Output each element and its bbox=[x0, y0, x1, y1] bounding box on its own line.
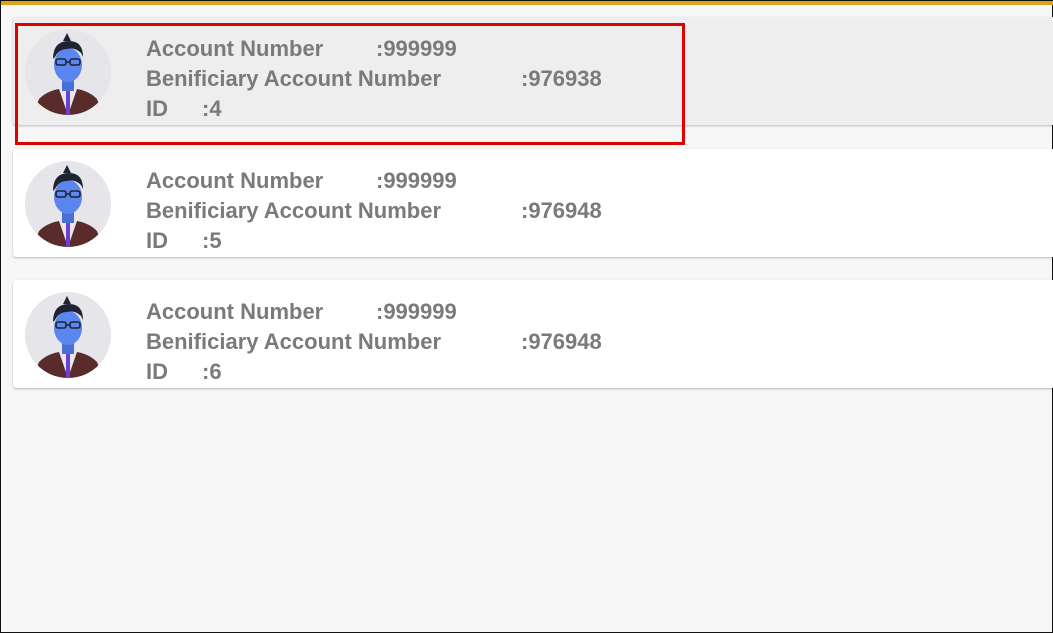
account-number-value: :999999 bbox=[376, 168, 457, 193]
account-card-0[interactable]: Account Number :999999 Benificiary Accou… bbox=[13, 17, 1053, 125]
user-avatar-icon bbox=[25, 161, 111, 247]
account-card-1[interactable]: Account Number :999999 Benificiary Accou… bbox=[13, 149, 1053, 257]
user-avatar-icon bbox=[25, 29, 111, 115]
id-value: :5 bbox=[202, 228, 222, 253]
account-card-2[interactable]: Account Number :999999 Benificiary Accou… bbox=[13, 280, 1053, 388]
id-label: ID bbox=[146, 228, 168, 253]
account-number-value: :999999 bbox=[376, 36, 457, 61]
account-number-label: Account Number bbox=[146, 36, 324, 61]
id-label: ID bbox=[146, 96, 168, 121]
account-number-label: Account Number bbox=[146, 168, 324, 193]
beneficiary-account-label: Benificiary Account Number bbox=[146, 66, 442, 91]
user-avatar-icon bbox=[25, 292, 111, 378]
beneficiary-account-label: Benificiary Account Number bbox=[146, 329, 442, 354]
beneficiary-account-value: :976938 bbox=[521, 66, 602, 91]
beneficiary-account-label: Benificiary Account Number bbox=[146, 198, 442, 223]
beneficiary-account-value: :976948 bbox=[521, 329, 602, 354]
id-label: ID bbox=[146, 359, 168, 384]
top-accent-bar bbox=[1, 1, 1053, 5]
account-number-label: Account Number bbox=[146, 299, 324, 324]
id-value: :4 bbox=[202, 96, 222, 121]
id-value: :6 bbox=[202, 359, 222, 384]
account-number-value: :999999 bbox=[376, 299, 457, 324]
app-frame: Account Number :999999 Benificiary Accou… bbox=[0, 0, 1053, 633]
beneficiary-account-value: :976948 bbox=[521, 198, 602, 223]
